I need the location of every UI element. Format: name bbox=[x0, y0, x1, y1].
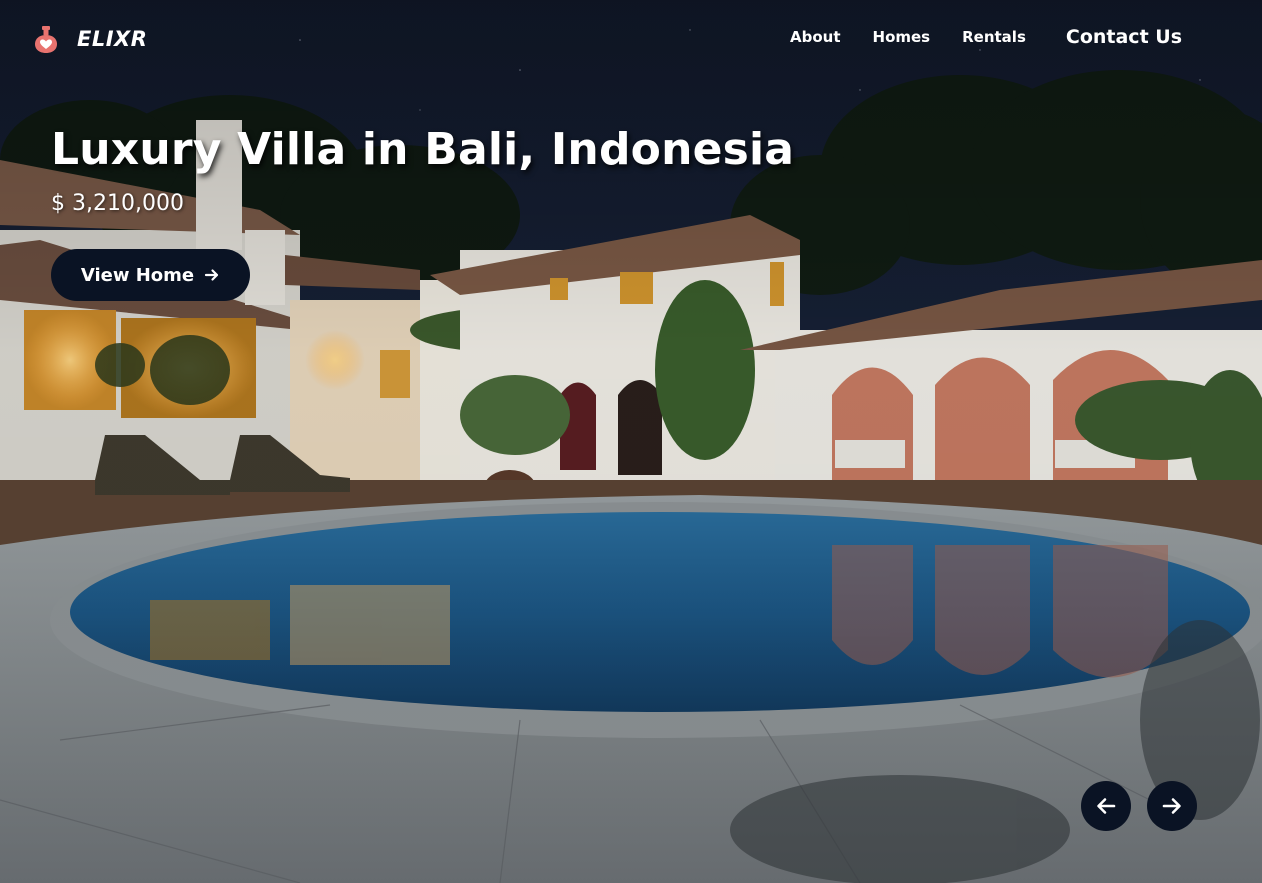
hero-section: Luxury Villa in Bali, Indonesia $ 3,210,… bbox=[51, 124, 795, 301]
site-header: ELIXR About Homes Rentals Contact Us bbox=[0, 0, 1262, 80]
main-nav: About Homes Rentals Contact Us bbox=[790, 26, 1182, 48]
previous-slide-button[interactable] bbox=[1081, 781, 1131, 831]
potion-heart-icon bbox=[35, 26, 57, 53]
view-home-button[interactable]: View Home bbox=[51, 249, 250, 301]
arrow-right-icon bbox=[205, 269, 219, 281]
nav-link-about[interactable]: About bbox=[790, 28, 841, 46]
nav-link-rentals[interactable]: Rentals bbox=[962, 28, 1026, 46]
listing-price: $ 3,210,000 bbox=[51, 191, 184, 216]
arrow-left-icon bbox=[1097, 798, 1116, 814]
brand-name: ELIXR bbox=[77, 27, 148, 51]
slider-controls bbox=[1081, 781, 1197, 831]
arrow-right-icon bbox=[1162, 798, 1181, 814]
nav-link-contact-us[interactable]: Contact Us bbox=[1066, 26, 1182, 48]
nav-link-homes[interactable]: Homes bbox=[873, 28, 931, 46]
brand-logo[interactable]: ELIXR bbox=[33, 24, 147, 54]
next-slide-button[interactable] bbox=[1147, 781, 1197, 831]
listing-title: Luxury Villa in Bali, Indonesia bbox=[51, 124, 795, 175]
view-home-button-label: View Home bbox=[80, 264, 195, 286]
